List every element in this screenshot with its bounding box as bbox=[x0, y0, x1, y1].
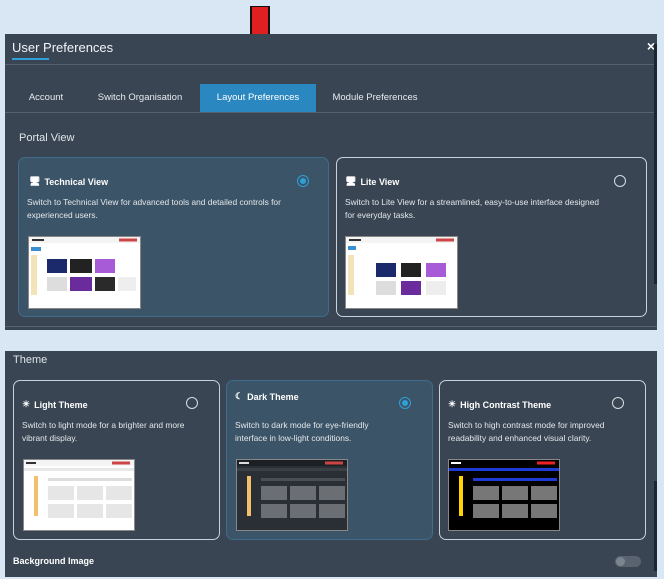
tab-account[interactable]: Account bbox=[15, 84, 77, 112]
tab-layout-preferences[interactable]: Layout Preferences bbox=[200, 84, 316, 112]
lite-view-preview bbox=[345, 236, 458, 309]
tab-switch-organisation[interactable]: Switch Organisation bbox=[88, 84, 192, 112]
lite-view-card[interactable]: 🖥 Lite View Switch to Lite View for a st… bbox=[336, 157, 647, 317]
high-contrast-theme-radio[interactable] bbox=[612, 397, 624, 409]
dark-theme-description: Switch to dark mode for eye-friendly int… bbox=[235, 420, 369, 443]
background-image-toggle[interactable] bbox=[615, 556, 641, 567]
light-theme-radio[interactable] bbox=[186, 397, 198, 409]
technical-view-preview bbox=[28, 236, 141, 309]
header-divider bbox=[5, 64, 657, 65]
dark-theme-card[interactable]: ☾ Dark Theme Switch to dark mode for eye… bbox=[226, 380, 433, 540]
sun-icon: ☀ bbox=[22, 399, 31, 409]
portal-divider bbox=[5, 326, 657, 327]
scrollbar[interactable] bbox=[654, 44, 657, 284]
technical-view-radio[interactable] bbox=[297, 175, 309, 187]
lite-view-description: Switch to Lite View for a streamlined, e… bbox=[345, 197, 600, 220]
high-contrast-theme-card[interactable]: ☀ High Contrast Theme Switch to high con… bbox=[439, 380, 646, 540]
tabs-divider bbox=[5, 112, 657, 113]
theme-panel: Theme ☀ Light Theme Switch to light mode… bbox=[5, 351, 657, 577]
high-contrast-theme-description: Switch to high contrast mode for improve… bbox=[448, 420, 605, 443]
dark-theme-preview bbox=[236, 459, 348, 531]
light-theme-preview bbox=[23, 459, 135, 531]
lite-view-radio[interactable] bbox=[614, 175, 626, 187]
dialog-title: User Preferences bbox=[12, 40, 114, 55]
moon-icon: ☾ bbox=[235, 391, 244, 401]
user-preferences-dialog: User Preferences × Account Switch Organi… bbox=[5, 34, 657, 330]
technical-view-title: Technical View bbox=[44, 176, 109, 187]
title-underline bbox=[12, 58, 49, 60]
light-theme-title: Light Theme bbox=[34, 399, 88, 410]
technical-view-description: Switch to Technical View for advanced to… bbox=[27, 197, 281, 220]
high-contrast-theme-preview bbox=[448, 459, 560, 531]
scrollbar[interactable] bbox=[654, 481, 657, 571]
background-image-label: Background Image bbox=[13, 556, 95, 566]
lite-view-title: Lite View bbox=[360, 176, 400, 187]
monitor-icon: 🖥 bbox=[29, 176, 41, 186]
light-theme-description: Switch to light mode for a brighter and … bbox=[22, 420, 185, 443]
sun-icon: ☀ bbox=[448, 399, 457, 409]
dark-theme-title: Dark Theme bbox=[247, 391, 299, 402]
high-contrast-theme-title: High Contrast Theme bbox=[460, 399, 552, 410]
monitor-icon: 🖥 bbox=[345, 176, 357, 186]
technical-view-card[interactable]: 🖥 Technical View Switch to Technical Vie… bbox=[18, 157, 329, 317]
tab-module-preferences[interactable]: Module Preferences bbox=[323, 84, 427, 112]
theme-label: Theme bbox=[13, 354, 48, 366]
light-theme-card[interactable]: ☀ Light Theme Switch to light mode for a… bbox=[13, 380, 220, 540]
dark-theme-radio[interactable] bbox=[399, 397, 411, 409]
portal-view-label: Portal View bbox=[19, 132, 75, 144]
